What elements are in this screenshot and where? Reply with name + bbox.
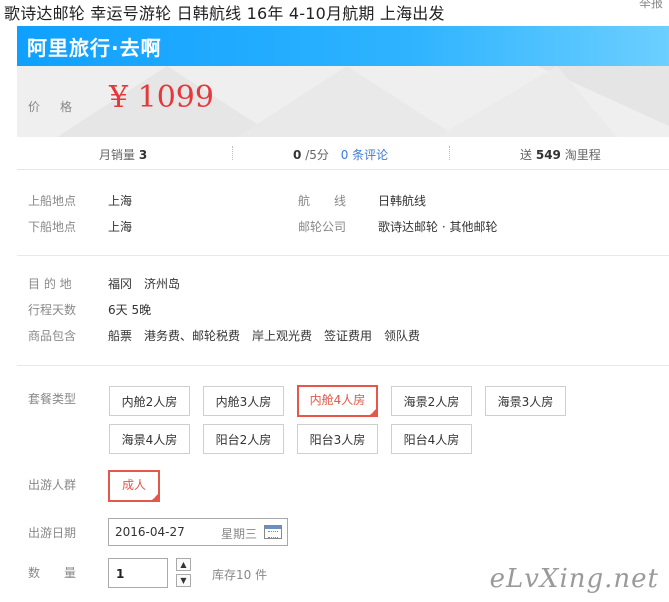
package-option-selected[interactable]: 内舱4人房 — [297, 385, 378, 417]
price-value: ¥ 1099 — [109, 80, 214, 115]
points: 送 549 淘里程 — [520, 146, 601, 163]
includes-value: 船票 港务费、邮轮税费 岸上观光费 签证费用 领队费 — [108, 329, 421, 343]
package-option[interactable]: 海景4人房 — [109, 424, 190, 454]
quantity-up-icon[interactable]: ▲ — [176, 558, 191, 571]
quantity-down-icon[interactable]: ▼ — [176, 574, 191, 587]
destination-value: 福冈 济州岛 — [108, 277, 181, 291]
days-label: 行程天数 — [28, 303, 77, 317]
board-value: 上海 — [108, 194, 133, 208]
rating: 0 /5分 0 条评论 — [293, 146, 388, 163]
date-picker[interactable]: 2016-04-27 星期三 — [108, 518, 288, 546]
monthly-sales-label: 月销量 — [99, 148, 136, 162]
watermark: eLvXing.net — [489, 564, 659, 594]
monthly-sales-value: 3 — [138, 148, 148, 162]
quantity-input[interactable]: 1 — [108, 558, 168, 588]
package-option[interactable]: 阳台2人房 — [203, 424, 284, 454]
report-link[interactable]: 举报 — [639, 0, 663, 11]
points-prefix: 送 — [520, 148, 533, 162]
alight-label: 下船地点 — [28, 220, 77, 234]
destination-label: 目 的 地 — [28, 277, 72, 291]
product-title: 歌诗达邮轮 幸运号游轮 日韩航线 16年 4-10月航期 上海出发 — [4, 4, 445, 23]
stats-divider — [232, 146, 233, 160]
stock-text: 库存10 件 — [212, 568, 268, 582]
price-panel: 价格 ¥ 1099 — [17, 66, 669, 137]
price-label: 价格 — [28, 100, 93, 114]
package-option[interactable]: 内舱3人房 — [203, 386, 284, 416]
brand-banner: 阿里旅行·去啊 — [17, 26, 669, 66]
points-value: 549 — [535, 148, 561, 162]
package-option[interactable]: 海景2人房 — [391, 386, 472, 416]
quantity-value: 1 — [116, 567, 125, 581]
date-weekday: 星期三 — [221, 527, 258, 541]
stats-bar: 月销量 3 0 /5分 0 条评论 送 549 淘里程 — [17, 137, 669, 170]
section-divider — [17, 255, 669, 256]
quantity-label: 数 量 — [28, 566, 77, 580]
rating-suffix: /5分 — [305, 148, 329, 162]
package-option[interactable]: 阳台4人房 — [391, 424, 472, 454]
board-label: 上船地点 — [28, 194, 77, 208]
package-label: 套餐类型 — [28, 392, 77, 406]
brand-logo: 阿里旅行·去啊 — [27, 36, 162, 60]
rating-value: 0 — [293, 148, 302, 162]
calendar-icon[interactable] — [264, 525, 282, 539]
group-label: 出游人群 — [28, 478, 77, 492]
alight-value: 上海 — [108, 220, 133, 234]
company-label: 邮轮公司 — [298, 220, 347, 234]
points-suffix: 淘里程 — [564, 148, 601, 162]
route-label: 航 线 — [298, 194, 347, 208]
monthly-sales: 月销量 3 — [99, 146, 147, 163]
section-divider — [17, 365, 669, 366]
reviews-link[interactable]: 0 条评论 — [341, 148, 388, 162]
package-option[interactable]: 内舱2人房 — [109, 386, 190, 416]
stats-divider — [449, 146, 450, 160]
includes-label: 商品包含 — [28, 329, 77, 343]
package-option[interactable]: 阳台3人房 — [297, 424, 378, 454]
date-value: 2016-04-27 — [115, 525, 185, 539]
group-option-selected[interactable]: 成人 — [108, 470, 160, 502]
days-value: 6天 5晚 — [108, 303, 152, 317]
date-label: 出游日期 — [28, 526, 77, 540]
package-option[interactable]: 海景3人房 — [485, 386, 566, 416]
company-value: 歌诗达邮轮 · 其他邮轮 — [378, 220, 498, 234]
route-value: 日韩航线 — [378, 194, 427, 208]
